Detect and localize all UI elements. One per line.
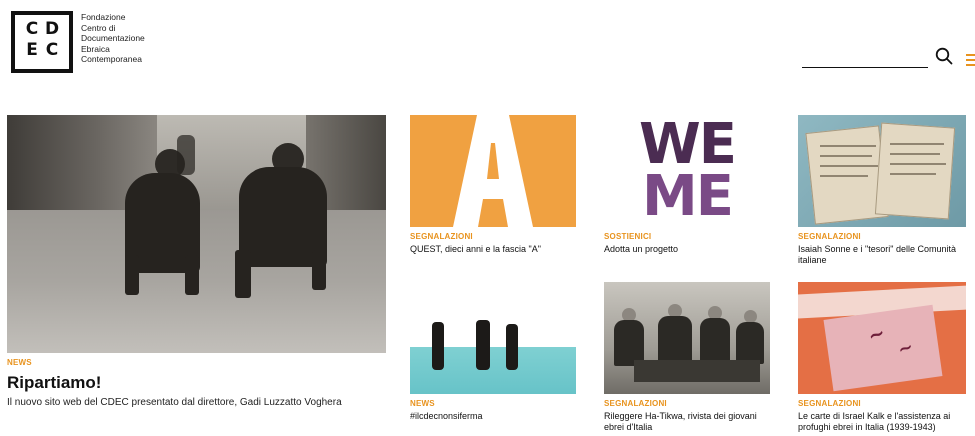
logo-name-line: Centro di — [81, 22, 116, 33]
article-category: SEGNALAZIONI — [604, 399, 667, 408]
article-title[interactable]: QUEST, dieci anni e la fascia "A" — [410, 244, 576, 255]
logo-name-line: Documentazione — [81, 33, 145, 43]
article-subtitle: Il nuovo sito web del CDEC presentato da… — [7, 397, 342, 408]
article-card[interactable]: NEWS #ilcdecnonsiferma — [410, 316, 576, 422]
article-category: NEWS — [410, 399, 435, 408]
article-image[interactable]: WE ME — [604, 115, 770, 227]
cdec-logo[interactable]: C D E C Fondazione Centro di Documentazi… — [11, 11, 145, 73]
logo-letter: D — [44, 19, 60, 39]
logo-letter: E — [26, 40, 38, 60]
featured-article-card[interactable]: NEWS Ripartiamo! Il nuovo sito web del C… — [7, 115, 386, 409]
logo-name-line: Fondazione — [81, 12, 126, 22]
article-image[interactable]: ~ ~ — [798, 282, 966, 394]
article-category: SEGNALAZIONI — [798, 399, 861, 408]
article-image[interactable] — [604, 282, 770, 394]
logo-name-line: Contemporanea — [81, 54, 142, 64]
logo-mark: C D E C — [11, 11, 73, 73]
article-category: SEGNALAZIONI — [410, 232, 473, 241]
article-title[interactable]: Ripartiamo! — [7, 373, 386, 393]
logo-name-line: Ebraica — [81, 43, 110, 54]
logo-letter: C — [25, 19, 39, 39]
article-title[interactable]: #ilcdecnonsiferma — [410, 411, 576, 422]
search-icon[interactable] — [933, 44, 955, 68]
article-category: NEWS — [7, 358, 32, 367]
article-title[interactable]: Le carte di Israel Kalk e l'assistenza a… — [798, 411, 966, 433]
article-card[interactable]: WE ME SOSTIENICI Adotta un progetto — [604, 115, 770, 255]
article-image[interactable] — [410, 115, 576, 227]
logo-name: Fondazione Centro di Documentazione Ebra… — [81, 12, 145, 65]
article-title[interactable]: Rileggere Ha-Tikwa, rivista dei giovani … — [604, 411, 770, 433]
hamburger-menu-icon[interactable] — [966, 54, 975, 66]
article-card[interactable]: SEGNALAZIONI QUEST, dieci anni e la fasc… — [410, 115, 576, 255]
article-title[interactable]: Isaiah Sonne e i "tesori" delle Comunità… — [798, 244, 966, 266]
article-card[interactable]: SEGNALAZIONI Rileggere Ha-Tikwa, rivista… — [604, 282, 770, 433]
search-input[interactable] — [802, 44, 928, 68]
article-image[interactable] — [798, 115, 966, 227]
logo-letter: C — [45, 40, 59, 60]
search-bar — [802, 44, 955, 68]
article-category: SEGNALAZIONI — [798, 232, 861, 241]
article-card[interactable]: ~ ~ SEGNALAZIONI Le carte di Israel Kalk… — [798, 282, 966, 433]
featured-photo[interactable] — [7, 115, 386, 353]
article-image[interactable] — [410, 316, 576, 394]
article-title[interactable]: Adotta un progetto — [604, 244, 770, 255]
image-text-me: ME — [642, 164, 734, 227]
article-card[interactable]: SEGNALAZIONI Isaiah Sonne e i "tesori" d… — [798, 115, 966, 266]
article-category: SOSTIENICI — [604, 232, 652, 241]
